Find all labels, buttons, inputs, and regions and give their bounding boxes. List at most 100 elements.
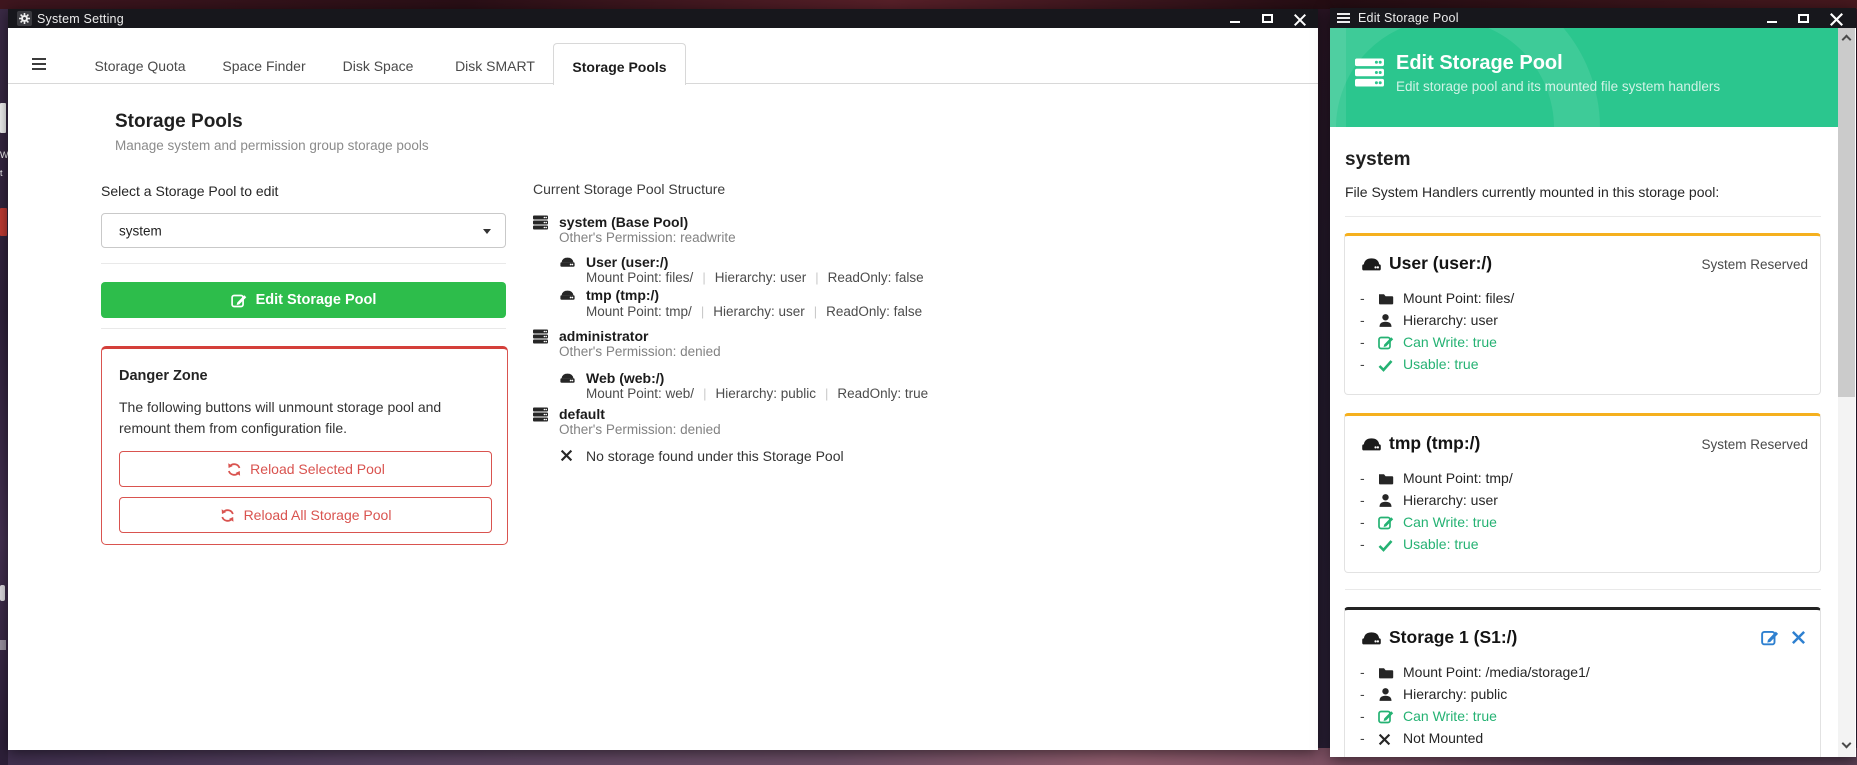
hdd-icon — [1361, 435, 1382, 457]
tab-bar: Storage Quota Space Finder Disk Space Di… — [8, 28, 1318, 84]
divider — [101, 328, 506, 329]
edit-storage-pool-button[interactable]: Edit Storage Pool — [101, 282, 506, 318]
handler-title: User (user:/) — [1389, 253, 1492, 274]
edit-storage-pool-titlebar[interactable]: Edit Storage Pool — [1330, 8, 1856, 28]
handler-row: -Can Write: true — [1345, 705, 1820, 727]
pool-permission: Other's Permission: readwrite — [559, 230, 736, 246]
banner-subtitle: Edit storage pool and its mounted file s… — [1396, 79, 1720, 94]
handler-row: -Hierarchy: user — [1345, 489, 1820, 511]
minimize-button[interactable] — [1223, 9, 1247, 28]
desktop-icon-fragment — [0, 640, 6, 650]
tab-disk-smart[interactable]: Disk SMART — [455, 58, 535, 74]
select-pool-label: Select a Storage Pool to edit — [101, 184, 278, 198]
close-button[interactable] — [1288, 9, 1312, 28]
pool-name-heading: system — [1345, 150, 1411, 169]
list-icon — [1337, 13, 1350, 23]
storage-name: User (user:/) — [586, 254, 668, 270]
handler-title: Storage 1 (S1:/) — [1389, 627, 1517, 648]
structure-heading: Current Storage Pool Structure — [533, 181, 725, 197]
handler-card-storage1: Storage 1 (S1:/) -Mount Point: /media/st… — [1344, 607, 1821, 757]
edit-icon — [231, 292, 247, 308]
check-icon — [1378, 356, 1393, 378]
maximize-button[interactable] — [1792, 9, 1816, 28]
reload-all-storage-pool-button[interactable]: Reload All Storage Pool — [119, 497, 492, 533]
handler-row: -Can Write: true — [1345, 331, 1820, 353]
server-icon — [533, 215, 548, 235]
tab-storage-quota[interactable]: Storage Quota — [94, 58, 185, 74]
danger-zone-panel: Danger Zone The following buttons will u… — [101, 346, 508, 545]
caret-down-icon — [483, 229, 491, 234]
handler-row: -Mount Point: files/ — [1345, 287, 1820, 309]
storage-pool-select[interactable]: system — [101, 213, 506, 248]
tab-storage-pools[interactable]: Storage Pools — [553, 43, 686, 85]
handlers-label: File System Handlers currently mounted i… — [1345, 185, 1719, 199]
handler-row: -Usable: true — [1345, 533, 1820, 555]
hdd-icon — [1361, 255, 1382, 277]
close-button[interactable] — [1824, 9, 1848, 28]
cross-icon — [1378, 730, 1391, 752]
storage-detail: Mount Point: files/Hierarchy: userReadOn… — [586, 270, 924, 286]
handler-row: -Not Mounted — [1345, 727, 1820, 749]
scrollbar[interactable] — [1838, 28, 1855, 757]
selected-pool-value: system — [119, 223, 162, 238]
server-icon — [533, 329, 548, 349]
page-title: Storage Pools — [115, 112, 243, 131]
banner-watermark-band — [1330, 28, 1346, 127]
edit-storage-pool-window: Edit Storage Pool Edit Storage Pool Edit… — [1330, 8, 1856, 757]
handler-card-user: User (user:/) System Reserved -Mount Poi… — [1344, 233, 1821, 395]
cross-icon — [560, 449, 573, 467]
handler-row: -Can Write: true — [1345, 511, 1820, 533]
server-stack-icon — [1354, 57, 1385, 93]
pool-name: system (Base Pool) — [559, 214, 688, 230]
hdd-icon — [560, 288, 575, 306]
pool-empty-message: No storage found under this Storage Pool — [586, 448, 844, 464]
pool-name: default — [559, 406, 605, 422]
pool-name: administrator — [559, 328, 648, 344]
desktop-icon-fragment — [0, 103, 6, 133]
divider — [1345, 589, 1821, 590]
refresh-icon — [226, 462, 241, 477]
storage-detail: Mount Point: web/Hierarchy: publicReadOn… — [586, 386, 928, 402]
divider — [1345, 216, 1821, 217]
server-icon — [533, 407, 548, 427]
handler-title: tmp (tmp:/) — [1389, 433, 1480, 454]
desktop-icon-label-fragment: t — [0, 168, 3, 178]
danger-zone-title: Danger Zone — [119, 368, 208, 384]
edit-pool-banner: Edit Storage Pool Edit storage pool and … — [1330, 28, 1838, 127]
edit-handler-button[interactable] — [1761, 628, 1779, 651]
handler-row: -Hierarchy: user — [1345, 309, 1820, 331]
storage-detail: Mount Point: tmp/Hierarchy: userReadOnly… — [586, 304, 922, 320]
page-subtitle: Manage system and permission group stora… — [115, 139, 429, 153]
tab-space-finder[interactable]: Space Finder — [222, 58, 305, 74]
refresh-icon — [220, 508, 235, 523]
edit-storage-pool-body: Edit Storage Pool Edit storage pool and … — [1330, 28, 1856, 757]
divider — [101, 263, 506, 264]
system-setting-titlebar[interactable]: System Setting — [8, 9, 1318, 28]
banner-title: Edit Storage Pool — [1396, 52, 1563, 75]
app-gear-icon — [17, 11, 32, 26]
handler-row: -Mount Point: tmp/ — [1345, 467, 1820, 489]
hdd-icon — [560, 255, 575, 273]
scrollbar-thumb[interactable] — [1838, 28, 1855, 397]
desktop-icon-fragment — [0, 585, 5, 601]
system-setting-window: System Setting Storage Quota Space Finde… — [8, 9, 1318, 750]
check-icon — [1378, 536, 1393, 558]
remove-handler-button[interactable] — [1791, 630, 1806, 650]
system-setting-body: Storage Quota Space Finder Disk Space Di… — [8, 28, 1318, 750]
maximize-button[interactable] — [1256, 9, 1280, 28]
handler-row: -Usable: true — [1345, 353, 1820, 375]
system-reserved-badge: System Reserved — [1701, 437, 1808, 452]
minimize-button[interactable] — [1760, 9, 1784, 28]
window-title: System Setting — [37, 12, 124, 26]
tab-disk-space[interactable]: Disk Space — [343, 58, 414, 74]
handler-row: -Hierarchy: public — [1345, 683, 1820, 705]
pool-permission: Other's Permission: denied — [559, 344, 721, 360]
handler-row: -Mount Point: /media/storage1/ — [1345, 661, 1820, 683]
danger-zone-description: The following buttons will unmount stora… — [119, 397, 441, 439]
handler-card-tmp: tmp (tmp:/) System Reserved -Mount Point… — [1344, 413, 1821, 573]
menu-hamburger-icon[interactable] — [32, 58, 46, 70]
window-title: Edit Storage Pool — [1358, 11, 1459, 25]
scroll-down-icon[interactable] — [1842, 739, 1852, 749]
pool-permission: Other's Permission: denied — [559, 422, 721, 438]
reload-selected-pool-button[interactable]: Reload Selected Pool — [119, 451, 492, 487]
